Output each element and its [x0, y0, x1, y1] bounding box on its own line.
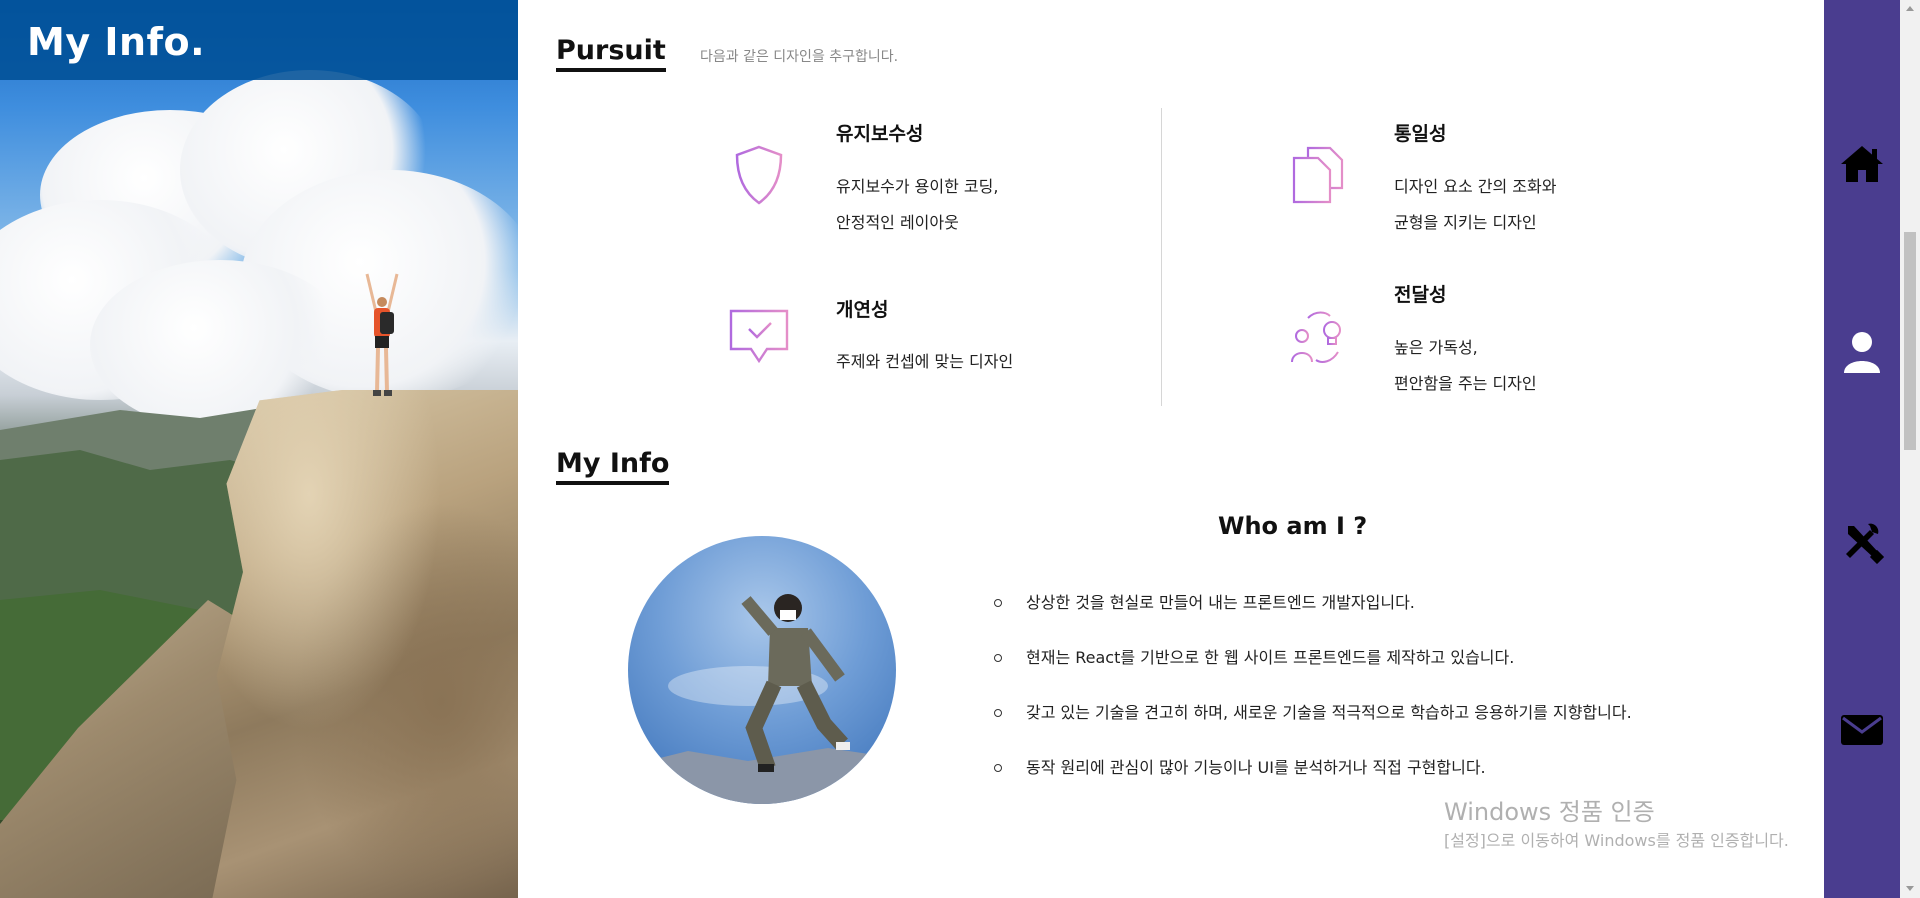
windows-activation-title: Windows 정품 인증 [1444, 798, 1655, 826]
mail-icon [1841, 715, 1883, 745]
card-description-line: 디자인 요소 간의 조화와 [1394, 177, 1557, 196]
shield-icon [735, 145, 783, 205]
bio-text: 현재는 React를 기반으로 한 웹 사이트 프론트엔드를 제작하고 있습니다… [1026, 648, 1515, 667]
profile-photo [628, 536, 896, 804]
bio-text: 상상한 것을 현실로 만들어 내는 프론트엔드 개발자입니다. [1026, 593, 1415, 612]
scroll-up-icon[interactable] [1906, 6, 1914, 11]
list-item: 동작 원리에 관심이 많아 기능이나 UI를 분석하거나 직접 구현합니다. [988, 753, 1708, 782]
page-scrollbar[interactable] [1900, 0, 1920, 898]
who-am-i-title: Who am I ? [1218, 512, 1368, 540]
column-divider [1161, 108, 1162, 406]
home-icon [1841, 146, 1883, 182]
hero-image-panel: My Info. [0, 0, 518, 898]
scroll-down-icon[interactable] [1906, 886, 1914, 891]
documents-icon [1292, 146, 1344, 204]
idea-exchange-icon [1291, 311, 1341, 363]
side-navigation [1824, 0, 1900, 898]
list-item: 갖고 있는 기술을 견고히 하며, 새로운 기술을 적극적으로 학습하고 응용하… [988, 698, 1708, 727]
bullet-icon [994, 654, 1002, 662]
card-title: 유지보수성 [836, 123, 924, 145]
nav-home-button[interactable] [1824, 129, 1900, 199]
main-content: Pursuit 다음과 같은 디자인을 추구합니다. 유지보수성 유지보수가 용… [518, 0, 1824, 898]
nav-skills-button[interactable] [1824, 507, 1900, 577]
card-description-line: 유지보수가 용이한 코딩, [836, 177, 999, 196]
card-description-line: 안정적인 레이아웃 [836, 213, 959, 232]
tools-icon [1846, 523, 1884, 564]
list-item: 상상한 것을 현실로 만들어 내는 프론트엔드 개발자입니다. [988, 588, 1708, 617]
card-description-line: 편안함을 주는 디자인 [1394, 374, 1537, 393]
bio-list: 상상한 것을 현실로 만들어 내는 프론트엔드 개발자입니다. 현재는 Reac… [988, 588, 1708, 808]
bio-text: 갖고 있는 기술을 견고히 하며, 새로운 기술을 적극적으로 학습하고 응용하… [1026, 703, 1632, 722]
card-description-line: 주제와 컨셉에 맞는 디자인 [836, 352, 1014, 371]
bullet-icon [994, 709, 1002, 717]
card-title: 개연성 [836, 299, 889, 321]
bio-text: 동작 원리에 관심이 많아 기능이나 UI를 분석하거나 직접 구현합니다. [1026, 758, 1486, 777]
card-title: 전달성 [1394, 284, 1447, 306]
hero-header: My Info. [0, 0, 518, 80]
scrollbar-thumb[interactable] [1904, 232, 1916, 450]
chat-check-icon [729, 309, 789, 364]
nav-profile-button[interactable] [1824, 318, 1900, 388]
hiker-figure [365, 273, 399, 396]
section-heading-my-info: My Info [556, 447, 670, 485]
cliff-rock [210, 390, 518, 898]
section-subtitle: 다음과 같은 디자인을 추구합니다. [700, 49, 899, 65]
card-description-line: 균형을 지키는 디자인 [1394, 213, 1537, 232]
bullet-icon [994, 599, 1002, 607]
list-item: 현재는 React를 기반으로 한 웹 사이트 프론트엔드를 제작하고 있습니다… [988, 643, 1708, 672]
nav-contact-button[interactable] [1824, 695, 1900, 765]
card-title: 통일성 [1394, 123, 1447, 145]
card-description-line: 높은 가독성, [1394, 338, 1478, 357]
windows-activation-text: [설정]으로 이동하여 Windows를 정품 인증합니다. [1444, 831, 1789, 850]
bullet-icon [994, 764, 1002, 772]
section-heading-pursuit: Pursuit [556, 34, 666, 72]
site-title: My Info. [27, 20, 206, 64]
user-icon [1844, 332, 1880, 373]
